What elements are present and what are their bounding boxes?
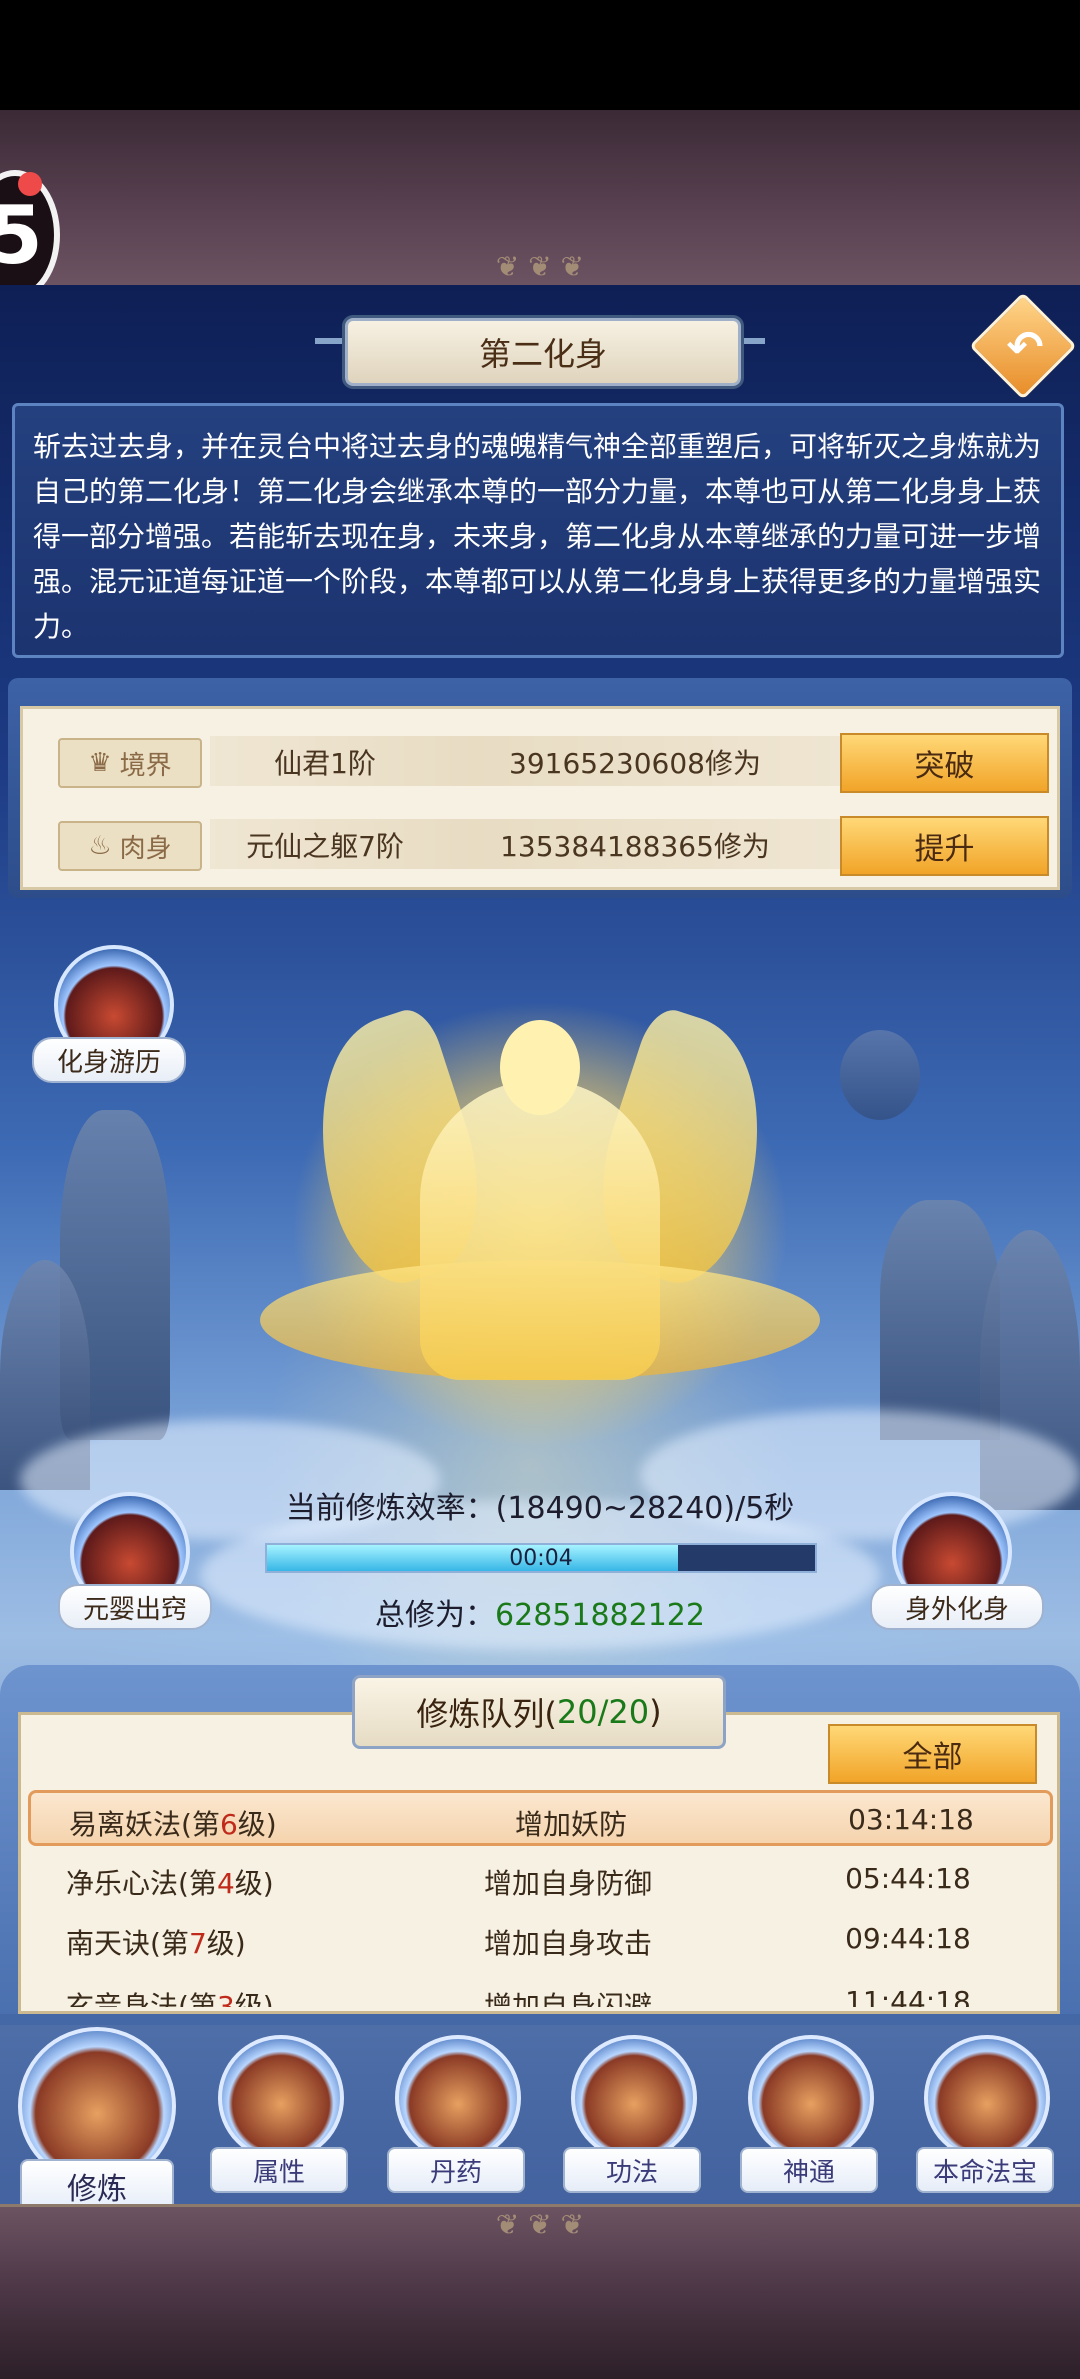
queue-item-name: 南天诀(第7级) [66,1927,246,1960]
cultivation-progress-bar: 00:04 [265,1543,817,1573]
avatar-body [420,1080,660,1380]
total-cultivation: 总修为：62851882122 [300,1590,780,1634]
notification-dot [18,172,42,196]
progress-timer: 00:04 [509,1545,573,1571]
technique-icon [571,2035,697,2161]
queue-item-time: 05:44:18 [845,1862,971,1895]
nascent-soul-button[interactable]: 元婴出窍 [48,1492,212,1642]
nav-attributes[interactable]: 属性 [200,2035,350,2195]
queue-item-name: 净乐心法(第4级) [66,1867,274,1900]
queue-item-time: 03:14:18 [848,1803,974,1836]
body-cultivation-required: 135384188365修为 [500,830,770,863]
queue-row[interactable]: 易离妖法(第6级) 增加妖防 03:14:18 [28,1790,1053,1846]
realm-cultivation-required: 39165230608修为 [509,747,761,780]
nav-technique-label: 功法 [563,2147,701,2193]
page-title: 第二化身 [345,318,741,386]
elixir-icon [395,2035,521,2161]
ornament: ❦ ❦ ❦ [495,2208,585,2241]
description-text: 斩去过去身，并在灵台中将过去身的魂魄精气神全部重塑后，可将斩灭之身炼就为自己的第… [12,403,1064,658]
stat-row-realm: ♛ 境界 仙君1阶 39165230608修为 突破 [40,732,1050,793]
body-tag-label: 肉身 [119,833,172,864]
queue-item-name: 易离妖法(第6级) [69,1808,277,1841]
queue-title: 修炼队列(20/20 ) [352,1675,726,1749]
nav-technique[interactable]: 功法 [553,2035,703,2195]
flame-icon: ♨ [88,831,112,861]
filter-all-button[interactable]: 全部 [828,1724,1037,1784]
stat-row-body: ♨ 肉身 元仙之躯7阶 135384188365修为 提升 [40,815,1050,876]
ornament: ❦ ❦ ❦ [495,250,585,283]
body-tag: ♨ 肉身 [58,821,202,871]
nav-treasure-label: 本命法宝 [916,2147,1054,2193]
queue-item-effect: 增加自身防御 [483,1867,652,1900]
body-level: 元仙之躯7阶 [246,830,404,863]
queue-row[interactable]: 净乐心法(第4级) 增加自身防御 05:44:18 [28,1852,1053,1908]
realm-level: 仙君1阶 [274,747,376,780]
nav-cultivate[interactable]: 修炼 [14,2027,176,2213]
external-avatar-button[interactable]: 身外化身 [870,1492,1044,1642]
breakthrough-button[interactable]: 突破 [840,733,1049,793]
queue-row-clip: 玄音身法(第3级) 增加自身闪避 11:44:18 [28,1975,1053,2007]
nav-elixir[interactable]: 丹药 [377,2035,527,2195]
nascent-soul-label: 元婴出窍 [58,1584,212,1630]
avatar-head [500,1020,580,1115]
queue-count: 20/20 [556,1693,650,1731]
floating-island [840,1030,920,1120]
realm-tag-label: 境界 [119,750,172,781]
clone-travel-label: 化身游历 [32,1037,186,1083]
treasure-icon [924,2035,1050,2161]
queue-row[interactable]: 玄音身法(第3级) 增加自身闪避 11:44:18 [28,1975,1053,2007]
nav-treasure[interactable]: 本命法宝 [906,2035,1056,2195]
queue-item-name: 玄音身法(第3级) [66,1990,274,2007]
nav-elixir-label: 丹药 [387,2147,525,2193]
queue-item-effect: 增加自身闪避 [483,1990,652,2007]
queue-row[interactable]: 南天诀(第7级) 增加自身攻击 09:44:18 [28,1912,1053,1968]
top-black-band [0,0,1080,110]
total-label: 总修为： [375,1598,496,1633]
upgrade-button[interactable]: 提升 [840,816,1049,876]
external-avatar-label: 身外化身 [870,1584,1044,1630]
queue-title-label: 修炼队列( [416,1695,557,1733]
queue-item-effect: 增加自身攻击 [483,1927,652,1960]
nav-attributes-label: 属性 [210,2147,348,2193]
nav-divine-power-label: 神通 [740,2147,878,2193]
efficiency-text: 当前修炼效率：(18490~28240)/5秒 [285,1491,795,1526]
total-value: 62851882122 [495,1598,705,1633]
divine-power-icon [748,2035,874,2161]
clone-travel-button[interactable]: 化身游历 [32,945,186,1095]
queue-item-time: 09:44:18 [845,1922,971,1955]
back-arrow-icon: ↶ [1006,321,1044,373]
attributes-icon [218,2035,344,2161]
realm-tag: ♛ 境界 [58,738,202,788]
nav-divine-power[interactable]: 神通 [730,2035,880,2195]
queue-title-end: ) [649,1693,662,1731]
queue-item-effect: 增加妖防 [514,1808,627,1841]
realm-icon: ♛ [88,748,112,778]
queue-item-time: 11:44:18 [845,1985,971,2007]
